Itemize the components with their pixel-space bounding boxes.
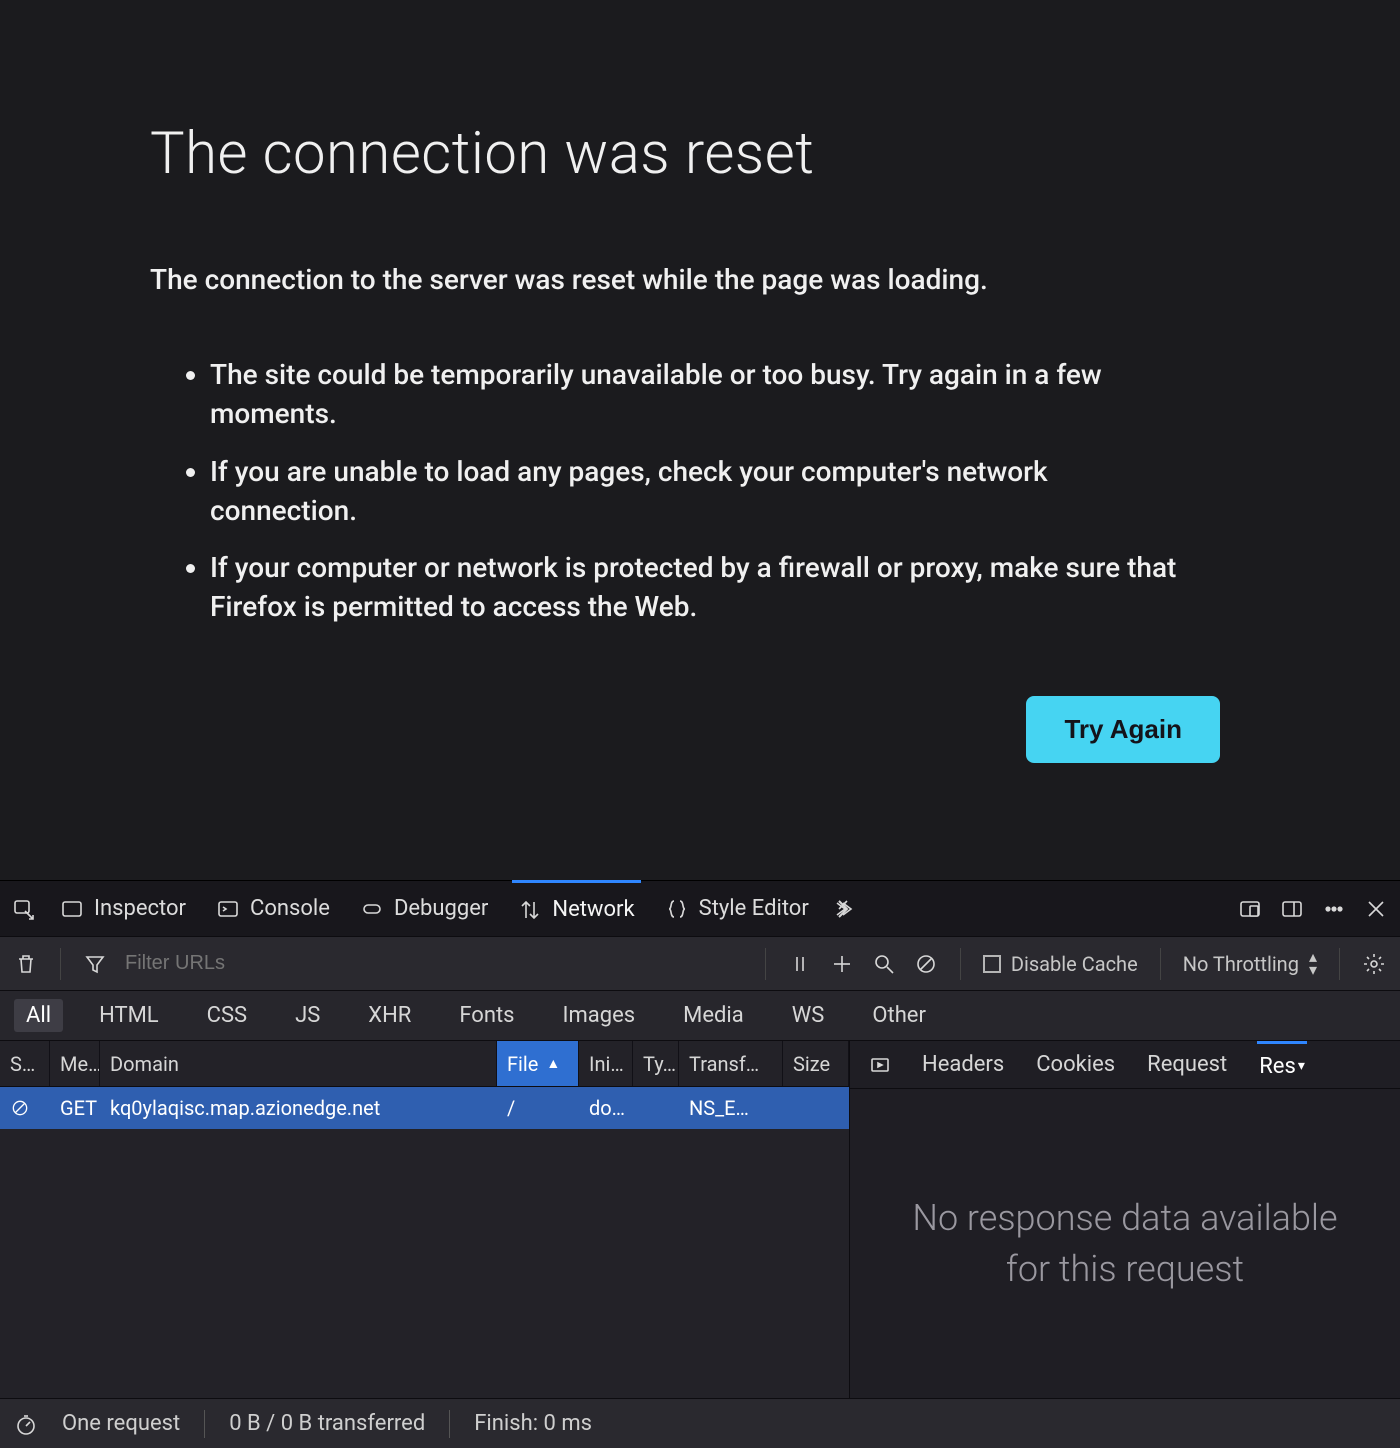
throttling-label: No Throttling (1183, 952, 1299, 976)
tab-label: Network (552, 897, 634, 922)
search-icon[interactable] (872, 952, 896, 976)
settings-gear-icon[interactable] (1362, 952, 1386, 976)
network-status-bar: One request 0 B / 0 B transferred Finish… (0, 1398, 1400, 1448)
details-tab-response[interactable]: Res ▾ (1257, 1041, 1307, 1089)
status-request-count: One request (62, 1411, 180, 1436)
requests-table: S… Me… Domain File ▲ Ini… Ty… Transf… Si… (0, 1041, 850, 1398)
table-row[interactable]: GET kq0ylaqisc.map.azionedge.net / do… N… (0, 1087, 849, 1129)
filter-chip-xhr[interactable]: XHR (356, 999, 423, 1032)
details-empty-message: No response data available for this requ… (850, 1089, 1400, 1398)
sort-ascending-icon: ▲ (546, 1055, 560, 1072)
details-tabs: Headers Cookies Request Res ▾ (850, 1041, 1400, 1089)
devtools-panel: Inspector Console Debugger Network (0, 880, 1400, 1448)
filter-chip-other[interactable]: Other (860, 999, 938, 1032)
filter-chip-media[interactable]: Media (671, 999, 756, 1032)
connection-error-page: The connection was reset The connection … (0, 0, 1400, 880)
console-icon (216, 897, 240, 921)
tab-label: Style Editor (699, 896, 809, 921)
cell-file: / (497, 1096, 579, 1120)
tab-style-editor[interactable]: Style Editor (659, 881, 815, 937)
tab-debugger[interactable]: Debugger (354, 881, 494, 937)
network-icon (518, 898, 542, 922)
network-toolbar: Disable Cache No Throttling ▴▾ (0, 937, 1400, 991)
col-method[interactable]: Me… (50, 1041, 100, 1086)
tab-label: Inspector (94, 896, 186, 921)
tab-console[interactable]: Console (210, 881, 336, 937)
filter-chip-fonts[interactable]: Fonts (447, 999, 526, 1032)
filter-icon[interactable] (83, 952, 107, 976)
filter-chip-html[interactable]: HTML (87, 999, 171, 1032)
col-type[interactable]: Ty… (633, 1041, 679, 1086)
checkbox-icon (983, 955, 1001, 973)
status-finish-time: Finish: 0 ms (474, 1411, 592, 1436)
add-request-icon[interactable] (830, 952, 854, 976)
try-again-button[interactable]: Try Again (1026, 696, 1220, 763)
filter-urls-input[interactable] (125, 952, 305, 975)
details-tab-cookies[interactable]: Cookies (1034, 1041, 1117, 1089)
status-transferred: 0 B / 0 B transferred (229, 1411, 425, 1436)
error-title: The connection was reset (150, 120, 1250, 188)
close-devtools-icon[interactable] (1364, 897, 1388, 921)
dock-side-icon[interactable] (1280, 897, 1304, 921)
style-editor-icon (665, 897, 689, 921)
table-body: GET kq0ylaqisc.map.azionedge.net / do… N… (0, 1087, 849, 1398)
cell-status (0, 1098, 50, 1118)
performance-icon[interactable] (14, 1412, 38, 1436)
col-initiator[interactable]: Ini… (579, 1041, 633, 1086)
details-tab-label: Res (1259, 1054, 1296, 1079)
col-size[interactable]: Size (783, 1041, 849, 1086)
col-file-label: File (507, 1052, 538, 1076)
cell-domain: kq0ylaqisc.map.azionedge.net (100, 1096, 497, 1120)
col-status[interactable]: S… (0, 1041, 50, 1086)
responsive-design-icon[interactable] (1238, 897, 1262, 921)
cell-transferred: NS_E… (679, 1096, 783, 1120)
pause-recording-icon[interactable] (788, 952, 812, 976)
element-picker-icon[interactable] (12, 897, 36, 921)
network-filter-chips: All HTML CSS JS XHR Fonts Images Media W… (0, 991, 1400, 1041)
col-file[interactable]: File ▲ (497, 1041, 579, 1086)
clear-requests-icon[interactable] (14, 952, 38, 976)
filter-chip-all[interactable]: All (14, 999, 63, 1032)
error-suggestion-list: The site could be temporarily unavailabl… (150, 355, 1250, 626)
filter-chip-images[interactable]: Images (551, 999, 648, 1032)
chevron-down-icon: ▾ (1298, 1058, 1305, 1074)
throttling-select[interactable]: No Throttling ▴▾ (1183, 951, 1317, 977)
filter-chip-ws[interactable]: WS (780, 999, 837, 1032)
cell-method: GET (50, 1096, 100, 1120)
col-transferred[interactable]: Transf… (679, 1041, 783, 1086)
tab-network[interactable]: Network (512, 880, 640, 936)
error-suggestion-item: The site could be temporarily unavailabl… (210, 355, 1250, 433)
tab-inspector[interactable]: Inspector (54, 881, 192, 937)
tab-label: Console (250, 896, 330, 921)
inspector-icon (60, 897, 84, 921)
kebab-menu-icon[interactable] (1322, 897, 1346, 921)
error-suggestion-item: If your computer or network is protected… (210, 548, 1250, 626)
blocked-icon (10, 1098, 30, 1118)
filter-chip-js[interactable]: JS (283, 999, 332, 1032)
cell-initiator: do… (579, 1096, 633, 1120)
disable-cache-toggle[interactable]: Disable Cache (983, 952, 1138, 976)
devtools-topbar: Inspector Console Debugger Network (0, 881, 1400, 937)
disable-cache-label: Disable Cache (1011, 952, 1138, 976)
filter-chip-css[interactable]: CSS (195, 999, 259, 1032)
debugger-icon (360, 897, 384, 921)
network-body: S… Me… Domain File ▲ Ini… Ty… Transf… Si… (0, 1041, 1400, 1398)
details-tab-request[interactable]: Request (1145, 1041, 1229, 1089)
error-suggestion-item: If you are unable to load any pages, che… (210, 452, 1250, 530)
table-header: S… Me… Domain File ▲ Ini… Ty… Transf… Si… (0, 1041, 849, 1087)
request-details-pane: Headers Cookies Request Res ▾ No respons… (850, 1041, 1400, 1398)
toggle-raw-icon[interactable] (868, 1053, 892, 1077)
details-tab-headers[interactable]: Headers (920, 1041, 1006, 1089)
col-domain[interactable]: Domain (100, 1041, 497, 1086)
tab-label: Debugger (394, 896, 488, 921)
block-requests-icon[interactable] (914, 952, 938, 976)
more-panels-icon[interactable] (833, 897, 855, 921)
updown-icon: ▴▾ (1309, 951, 1317, 977)
error-subtitle: The connection to the server was reset w… (150, 260, 1250, 299)
